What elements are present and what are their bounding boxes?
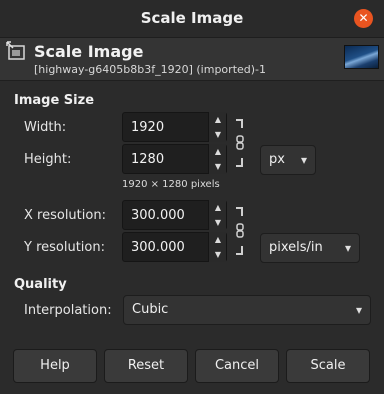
chevron-down-icon: ▾	[300, 153, 307, 167]
resolution-unit-value: pixels/in	[269, 240, 323, 255]
scale-button[interactable]: Scale	[286, 349, 370, 383]
decrement-icon[interactable]: ▼	[209, 159, 227, 174]
resolution-unit-dropdown[interactable]: pixels/in ▾	[260, 233, 360, 263]
increment-icon[interactable]: ▲	[209, 232, 227, 247]
chain-link-icon[interactable]	[234, 118, 246, 168]
decrement-icon[interactable]: ▼	[209, 215, 227, 230]
header-title: Scale Image	[34, 42, 144, 61]
x-resolution-spin-arrows[interactable]: ▲ ▼	[208, 200, 226, 230]
interpolation-dropdown[interactable]: Cubic ▾	[123, 295, 371, 325]
height-spin-arrows[interactable]: ▲ ▼	[208, 144, 226, 174]
cancel-button[interactable]: Cancel	[195, 349, 279, 383]
interpolation-value: Cubic	[132, 302, 169, 317]
scale-image-icon	[5, 40, 27, 62]
height-spinbox[interactable]: 1280 ▲ ▼	[122, 144, 227, 174]
close-button[interactable]: ✕	[354, 9, 373, 28]
decrement-icon[interactable]: ▼	[209, 247, 227, 262]
width-label: Width:	[24, 120, 67, 135]
width-spinbox[interactable]: 1920 ▲ ▼	[122, 112, 227, 142]
height-label: Height:	[24, 152, 72, 167]
x-resolution-label: X resolution:	[24, 208, 106, 223]
close-icon: ✕	[358, 11, 369, 25]
decrement-icon[interactable]: ▼	[209, 127, 227, 142]
size-unit-value: px	[269, 152, 285, 167]
increment-icon[interactable]: ▲	[209, 200, 227, 215]
height-value: 1280	[131, 152, 165, 167]
reset-button[interactable]: Reset	[104, 349, 188, 383]
window-title: Scale Image	[140, 9, 244, 27]
y-resolution-value: 300.000	[131, 240, 185, 255]
increment-icon[interactable]: ▲	[209, 144, 227, 159]
help-button[interactable]: Help	[13, 349, 97, 383]
size-unit-dropdown[interactable]: px ▾	[260, 145, 316, 175]
y-resolution-spin-arrows[interactable]: ▲ ▼	[208, 232, 226, 262]
image-size-section-label: Image Size	[14, 93, 95, 108]
chevron-down-icon: ▾	[344, 241, 351, 255]
y-resolution-label: Y resolution:	[24, 240, 105, 255]
header-subtitle: [highway-g6405b8b3f_1920] (imported)-1	[34, 63, 267, 76]
resolution-chain-link-icon[interactable]	[234, 206, 246, 256]
width-spin-arrows[interactable]: ▲ ▼	[208, 112, 226, 142]
x-resolution-spinbox[interactable]: 300.000 ▲ ▼	[122, 200, 227, 230]
x-resolution-value: 300.000	[131, 208, 185, 223]
pixel-size-note: 1920 × 1280 pixels	[122, 179, 220, 190]
image-thumbnail	[344, 45, 379, 69]
y-resolution-spinbox[interactable]: 300.000 ▲ ▼	[122, 232, 227, 262]
chevron-down-icon: ▾	[355, 303, 362, 317]
increment-icon[interactable]: ▲	[209, 112, 227, 127]
width-value: 1920	[131, 120, 165, 135]
quality-section-label: Quality	[14, 277, 67, 292]
interpolation-label: Interpolation:	[24, 303, 112, 318]
